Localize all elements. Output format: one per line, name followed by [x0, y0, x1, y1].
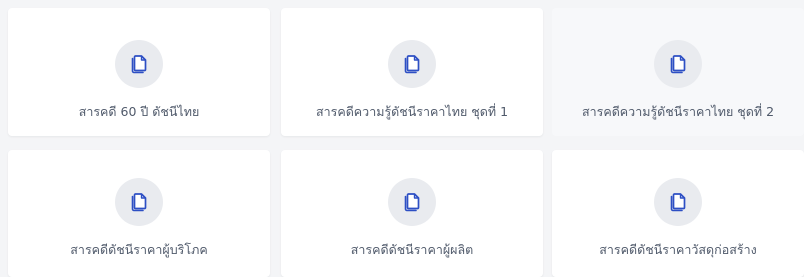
icon-circle: [388, 178, 436, 226]
card-label: สารคดี 60 ปี ดัชนีไทย: [78, 104, 200, 119]
card-documentary-6[interactable]: สารคดีดัชนีราคาวัสดุก่อสร้าง: [552, 150, 804, 277]
card-documentary-2[interactable]: สารคดีความรู้ดัชนีราคาไทย ชุดที่ 1: [281, 8, 543, 136]
card-label: สารคดีความรู้ดัชนีราคาไทย ชุดที่ 1: [315, 104, 509, 119]
card-documentary-5[interactable]: สารคดีดัชนีราคาผู้ผลิต: [281, 150, 543, 277]
icon-circle: [388, 40, 436, 88]
card-documentary-4[interactable]: สารคดีดัชนีราคาผู้บริโภค: [8, 150, 270, 277]
card-documentary-1[interactable]: สารคดี 60 ปี ดัชนีไทย: [8, 8, 270, 136]
icon-circle: [115, 40, 163, 88]
icon-circle: [654, 40, 702, 88]
card-label: สารคดีดัชนีราคาวัสดุก่อสร้าง: [599, 242, 757, 257]
card-label: สารคดีดัชนีราคาผู้ผลิต: [350, 242, 474, 257]
file-copy-icon: [130, 54, 148, 75]
icon-circle: [654, 178, 702, 226]
icon-circle: [115, 178, 163, 226]
card-label: สารคดีความรู้ดัชนีราคาไทย ชุดที่ 2: [581, 104, 775, 119]
file-copy-icon: [403, 54, 421, 75]
card-label: สารคดีดัชนีราคาผู้บริโภค: [70, 242, 208, 257]
file-copy-icon: [669, 192, 687, 213]
documentary-grid: สารคดี 60 ปี ดัชนีไทย สารคดีความรู้ดัชนี…: [0, 0, 804, 277]
card-documentary-3[interactable]: สารคดีความรู้ดัชนีราคาไทย ชุดที่ 2: [552, 8, 804, 136]
file-copy-icon: [669, 54, 687, 75]
file-copy-icon: [130, 192, 148, 213]
file-copy-icon: [403, 192, 421, 213]
